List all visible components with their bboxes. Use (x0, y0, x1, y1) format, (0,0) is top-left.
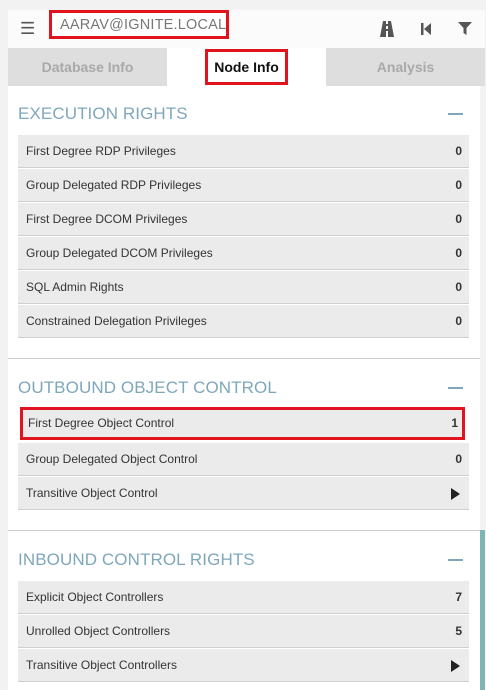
row-count: 7 (455, 590, 462, 604)
row-count: 5 (455, 624, 462, 638)
list-item[interactable]: Constrained Delegation Privileges 0 (18, 305, 469, 338)
row-count: 1 (451, 416, 458, 430)
row-count: 0 (455, 280, 462, 294)
row-label: Explicit Object Controllers (26, 590, 164, 604)
search-box[interactable] (49, 10, 229, 39)
row-label: SQL Admin Rights (26, 280, 124, 294)
top-toolbar: ☰ (8, 10, 485, 49)
list-item[interactable]: SQL Admin Rights 0 (18, 271, 469, 304)
list-item[interactable]: Group Delegated DCOM Privileges 0 (18, 237, 469, 270)
section-divider (8, 530, 480, 531)
list-item[interactable]: Transitive Object Controllers (18, 649, 469, 682)
expand-arrow-icon[interactable] (451, 488, 460, 500)
list-item[interactable]: Group Delegated RDP Privileges 0 (18, 169, 469, 202)
section-title-execution-rights: EXECUTION RIGHTS (18, 104, 188, 123)
hamburger-menu-icon[interactable]: ☰ (20, 20, 35, 38)
scrollbar[interactable] (480, 530, 485, 690)
row-count: 0 (455, 314, 462, 328)
tab-label: Node Info (205, 49, 288, 85)
tab-label: Analysis (376, 59, 435, 75)
row-count: 0 (455, 178, 462, 192)
tab-bar: Database Info Node Info Analysis (8, 48, 485, 86)
list-item-first-degree-object-control[interactable]: First Degree Object Control 1 (20, 407, 465, 440)
collapse-execution-rights-icon[interactable] (448, 113, 463, 115)
node-info-panel: EXECUTION RIGHTS First Degree RDP Privil… (8, 86, 480, 690)
row-label: Transitive Object Controllers (26, 658, 177, 672)
row-label: Group Delegated DCOM Privileges (26, 246, 213, 260)
list-item[interactable]: Explicit Object Controllers 7 (18, 581, 469, 614)
row-label: Group Delegated Object Control (26, 452, 198, 466)
back-icon[interactable] (418, 21, 436, 37)
section-title-outbound-object-control: OUTBOUND OBJECT CONTROL (18, 378, 277, 397)
collapse-outbound-object-control-icon[interactable] (448, 387, 463, 389)
list-item[interactable]: Transitive Object Control (18, 477, 469, 510)
row-label: First Degree DCOM Privileges (26, 212, 188, 226)
list-item[interactable]: First Degree RDP Privileges 0 (18, 135, 469, 168)
filter-icon[interactable] (456, 21, 474, 37)
expand-arrow-icon[interactable] (451, 660, 460, 672)
row-label: Transitive Object Control (26, 486, 158, 500)
row-label: First Degree RDP Privileges (26, 144, 176, 158)
list-item[interactable]: Unrolled Object Controllers 5 (18, 615, 469, 648)
section-divider (8, 358, 480, 359)
row-count: 0 (455, 212, 462, 226)
collapse-inbound-control-rights-icon[interactable] (448, 559, 463, 561)
tab-label: Database Info (41, 59, 134, 75)
row-count: 0 (455, 144, 462, 158)
node-search-input[interactable] (52, 13, 226, 36)
row-count: 0 (455, 246, 462, 260)
row-label: Unrolled Object Controllers (26, 624, 171, 638)
page: ☰ Database Info Node Info Analysis (0, 0, 486, 690)
section-title-inbound-control-rights: INBOUND CONTROL RIGHTS (18, 550, 255, 569)
row-label: First Degree Object Control (28, 416, 175, 430)
row-label: Group Delegated RDP Privileges (26, 178, 202, 192)
row-count: 0 (455, 452, 462, 466)
row-label: Constrained Delegation Privileges (26, 314, 207, 328)
pathfinding-icon[interactable] (378, 21, 396, 37)
list-item[interactable]: Group Delegated Object Control 0 (18, 443, 469, 476)
tab-database-info[interactable]: Database Info (8, 48, 167, 86)
tab-node-info[interactable]: Node Info (167, 48, 326, 86)
tab-analysis[interactable]: Analysis (326, 48, 485, 86)
list-item[interactable]: First Degree DCOM Privileges 0 (18, 203, 469, 236)
